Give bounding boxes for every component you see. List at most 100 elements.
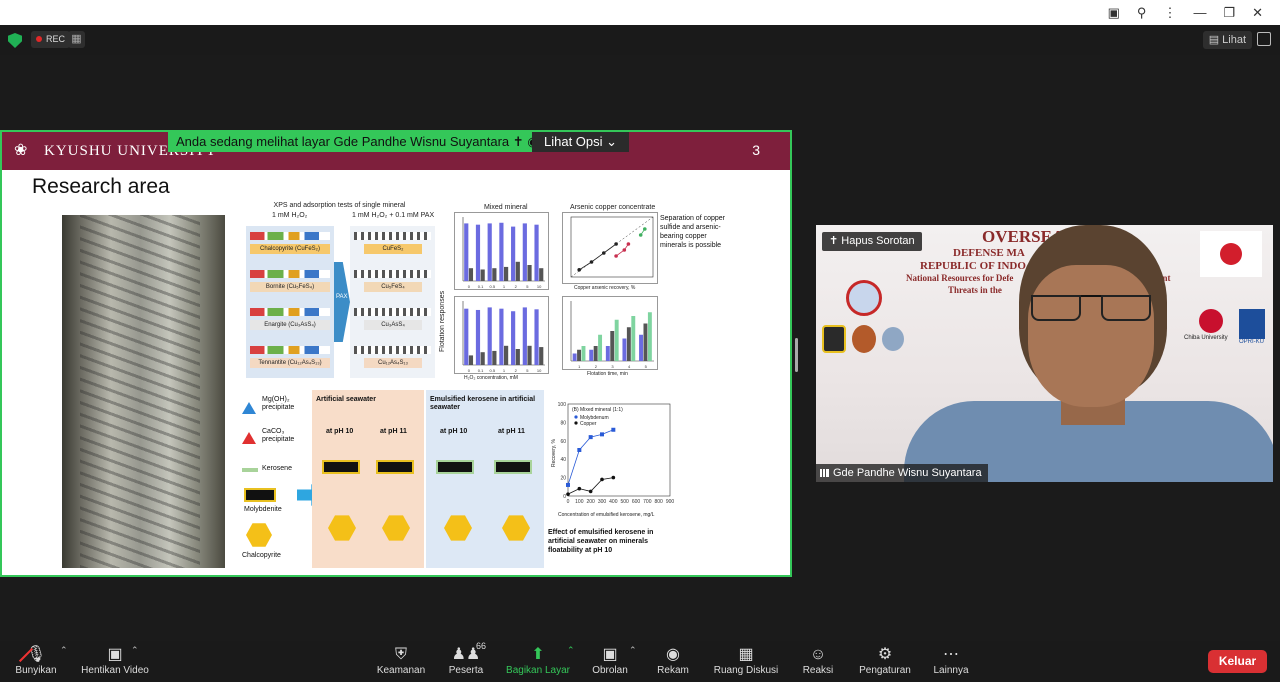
tick-label: 1 [503, 368, 506, 373]
recovery-chart: 0 100 200 300 400 500 600 700 800 900020406080100… [550, 398, 674, 508]
x-tick-label: 200 [586, 499, 595, 505]
tick-label: 2 [515, 368, 518, 373]
panel-resize-handle[interactable] [795, 338, 798, 372]
close-icon[interactable]: ✕ [1252, 5, 1263, 21]
opri-label: OPRI-KU [1239, 339, 1265, 345]
restore-icon[interactable]: ❐ [1223, 5, 1235, 21]
reactions-button[interactable]: ☺ Reaksi [802, 643, 834, 681]
record-button[interactable]: ◉ Rekam [656, 643, 690, 681]
legend-marker [574, 421, 578, 425]
bar [605, 346, 610, 361]
bar [614, 319, 619, 361]
viewing-banner: Anda sedang melihat layar Gde Pandhe Wis… [168, 132, 549, 152]
bar [464, 308, 469, 365]
x-tick-label: 600 [632, 499, 641, 505]
window-titlebar: ▣ ⚲ ⋮ — ❐ ✕ [0, 0, 1280, 25]
key-icon[interactable]: ⚲ [1137, 5, 1147, 21]
x-tick-label: 0 [567, 499, 570, 505]
breakout-rooms-button[interactable]: ▦ Ruang Diskusi [713, 643, 779, 681]
chevron-up-icon[interactable]: ⌃ [131, 645, 139, 656]
tick-label: 1 [503, 284, 506, 289]
data-point [611, 475, 616, 480]
flotation-label: Flotation responses [439, 290, 446, 352]
fullscreen-icon[interactable] [1257, 32, 1271, 46]
security-button[interactable]: ⛨ Keamanan [376, 643, 426, 681]
chevron-up-icon[interactable]: ⌃ [567, 645, 575, 656]
data-point [643, 227, 647, 231]
molybdenite-particle [322, 460, 360, 474]
view-grid-icon[interactable]: ▦ [68, 31, 85, 48]
bar [631, 316, 636, 361]
view-options-button[interactable]: Lihat Opsi ⌄ [532, 132, 630, 152]
minimize-icon[interactable]: — [1193, 5, 1206, 20]
more-button[interactable]: ⋯ Lainnya [932, 643, 970, 681]
shared-screen[interactable]: ❀ KYUSHU UNIVERSITY 3 Anda sedang meliha… [0, 130, 792, 577]
meeting-topbar: REC ▦ ▤ Lihat [0, 25, 1280, 55]
arsenic-xlabel: Copper arsenic recovery, % [574, 285, 636, 291]
bar [511, 311, 516, 365]
more-dots-icon: ⋯ [943, 646, 959, 663]
unmute-button[interactable]: 🎙 Bunyikan [12, 643, 60, 681]
camera-icon[interactable]: ▣ [1108, 5, 1120, 21]
y-tick-label: 100 [558, 402, 567, 408]
bar [598, 334, 603, 361]
product-row: Cu₃AsS₄ [350, 304, 435, 340]
bar [499, 308, 504, 365]
settings-button[interactable]: ⚙ Pengaturan [857, 643, 913, 681]
japan-flag-icon [1200, 231, 1262, 277]
y-tick-label: 0 [563, 494, 566, 500]
shield-icon: ⛨ [394, 646, 407, 663]
remove-spotlight-button[interactable]: ✝ Hapus Sorotan [822, 232, 922, 251]
mineral-row: Tennantite (Cu₁₂As₄S₁₃) [246, 342, 334, 378]
data-point [566, 482, 570, 487]
tick-label: 5 [645, 364, 648, 369]
xps-title: XPS and adsorption tests of single miner… [273, 202, 406, 209]
kerosene-icon [242, 468, 258, 472]
opri-logo-icon [1239, 309, 1265, 339]
pin-icon: ✝ [829, 235, 842, 247]
bar [534, 224, 539, 281]
tick-label: 2 [595, 364, 598, 369]
legend-mg: Mg(OH)₂ precipitate [262, 396, 295, 411]
y-tick-label: 40 [560, 457, 566, 463]
chat-button[interactable]: ▣ Obrolan [590, 643, 630, 681]
flotation-xlabel: Flotation time, min [587, 371, 628, 377]
bar [487, 307, 492, 365]
more-vert-icon[interactable]: ⋮ [1163, 5, 1176, 21]
chevron-down-icon: ⌄ [606, 134, 618, 149]
security-shield-icon[interactable] [8, 33, 22, 48]
recovery-caption: Effect of emulsified kerosene in artific… [548, 529, 654, 554]
xps-right-panel: CuFeS₂ Cu₅FeS₄ Cu₃AsS₄ Cu₁₂As₄S₁₃ [350, 226, 435, 378]
data-point [626, 242, 631, 246]
bar [527, 265, 532, 281]
tick-label: 0 [468, 284, 471, 289]
speaker-video[interactable]: OVERSEA DEFENSE MA REPUBLIC OF INDO Nati… [816, 225, 1273, 482]
pin-icon: ✝ [512, 134, 524, 149]
chevron-up-icon[interactable]: ⌃ [60, 645, 68, 656]
leave-button[interactable]: Keluar [1208, 650, 1267, 673]
mixed-bar-chart-top: 0 0.1 0.5 1 2 5 10 [454, 212, 549, 290]
mixed-chart-title: Mixed mineral [484, 204, 528, 211]
bar [522, 223, 527, 281]
signal-icon [820, 469, 829, 477]
record-icon: ◉ [666, 646, 680, 663]
product-row: CuFeS₂ [350, 228, 435, 264]
chevron-up-icon[interactable]: ⌃ [629, 645, 637, 656]
xps-left-panel: Chalcopyrite (CuFeS₂) Bornite (Cu₅FeS₄) … [246, 226, 334, 378]
xps-diagram: XPS and adsorption tests of single miner… [242, 202, 437, 382]
flotation-time-bar-chart: 1 2 3 4 5 [562, 296, 658, 370]
stop-video-button[interactable]: ▣ Hentikan Video [80, 643, 150, 681]
recording-indicator[interactable]: REC [31, 31, 71, 48]
share-screen-button[interactable]: ⬆ Bagikan Layar [506, 643, 570, 681]
data-point [577, 486, 582, 491]
data-point [602, 251, 606, 255]
chalcopyrite-particle [328, 515, 356, 541]
y-tick-label: 20 [560, 476, 566, 482]
x-tick-label: 900 [666, 499, 674, 505]
slide-page-number: 3 [752, 142, 760, 158]
bar [511, 226, 516, 281]
legend-chalcopyrite: Chalcopyrite [242, 552, 281, 559]
microphone-muted-icon: 🎙 [12, 643, 60, 665]
view-button[interactable]: ▤ Lihat [1202, 31, 1252, 49]
product-row: Cu₁₂As₄S₁₃ [350, 342, 435, 378]
